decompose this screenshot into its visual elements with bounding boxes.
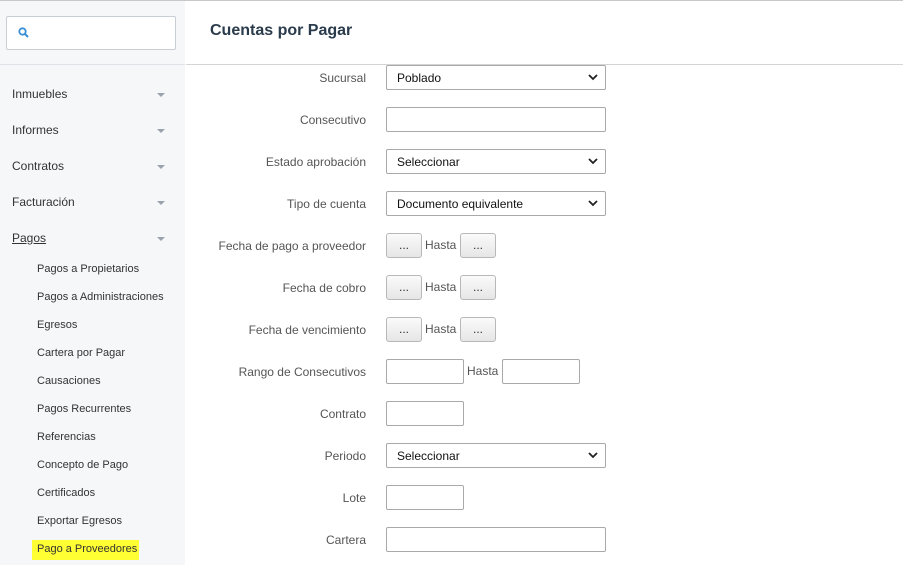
sidebar-item-label: Facturación	[12, 195, 75, 209]
sidebar-item-pagos[interactable]: Pagos	[0, 223, 185, 253]
sidebar-item-contratos[interactable]: Contratos	[0, 151, 185, 181]
estado-aprobacion-label: Estado aprobación	[265, 155, 366, 169]
sidebar-item-informes[interactable]: Informes	[0, 115, 185, 145]
cartera-input[interactable]	[386, 527, 606, 552]
page-title: Cuentas por Pagar	[210, 22, 353, 39]
submenu-label: Pagos a Propietarios	[37, 263, 140, 275]
tipo-cuenta-value: Documento equivalente	[397, 197, 524, 211]
rango-consecutivos-label: Rango de Consecutivos	[238, 365, 366, 379]
sidebar: Inmuebles Informes Contratos Facturación…	[0, 1, 185, 565]
chevron-down-icon	[588, 200, 598, 207]
hasta-label: Hasta	[467, 364, 499, 378]
chevron-down-icon	[588, 452, 598, 459]
fecha-vencimiento-desde-button[interactable]: ...	[386, 317, 422, 342]
submenu-label: Certificados	[37, 487, 96, 499]
rango-desde-input[interactable]	[386, 359, 464, 384]
fecha-vencimiento-label: Fecha de vencimiento	[248, 323, 366, 337]
cartera-label: Cartera	[325, 533, 366, 547]
sidebar-item-label: Inmuebles	[12, 87, 68, 101]
chevron-down-icon	[157, 201, 165, 205]
fecha-cobro-label: Fecha de cobro	[282, 281, 366, 295]
fecha-pago-desde-button[interactable]: ...	[386, 233, 422, 258]
search-input[interactable]	[6, 16, 176, 50]
chevron-down-icon	[157, 93, 165, 97]
submenu-label: Pago a Proveedores	[37, 543, 138, 555]
rango-hasta-input[interactable]	[502, 359, 580, 384]
submenu-pago-a-proveedores[interactable]: Pago a Proveedores	[32, 540, 139, 560]
sidebar-item-label: Pagos	[12, 231, 47, 245]
submenu-label: Concepto de Pago	[37, 459, 129, 471]
search-icon	[18, 27, 29, 38]
contrato-label: Contrato	[319, 407, 366, 421]
sucursal-value: Poblado	[397, 71, 442, 85]
estado-aprobacion-select[interactable]: Seleccionar	[386, 149, 606, 174]
submenu-label: Pagos Recurrentes	[37, 403, 132, 415]
sucursal-label: Sucursal	[319, 71, 366, 85]
lote-label: Lote	[342, 491, 366, 505]
chevron-down-icon	[157, 129, 165, 133]
fecha-pago-hasta-button[interactable]: ...	[460, 233, 496, 258]
submenu-label: Pagos a Administraciones	[37, 291, 164, 303]
chevron-down-icon	[157, 237, 165, 241]
periodo-select[interactable]: Seleccionar	[386, 443, 606, 468]
sidebar-item-inmuebles[interactable]: Inmuebles	[0, 79, 185, 109]
consecutivo-input[interactable]	[386, 107, 606, 132]
lote-input[interactable]	[386, 485, 464, 510]
submenu-label: Cartera por Pagar	[37, 347, 126, 359]
submenu-label: Referencias	[37, 431, 96, 443]
periodo-label: Periodo	[324, 449, 366, 463]
periodo-value: Seleccionar	[397, 449, 460, 463]
hasta-label: Hasta	[425, 322, 457, 336]
sidebar-item-label: Contratos	[12, 159, 65, 173]
estado-aprobacion-value: Seleccionar	[397, 155, 460, 169]
sidebar-item-facturacion[interactable]: Facturación	[0, 187, 185, 217]
search-area	[0, 1, 185, 65]
hasta-label: Hasta	[425, 280, 457, 294]
page-header: Cuentas por Pagar	[186, 1, 903, 65]
chevron-down-icon	[588, 158, 598, 165]
submenu-label: Causaciones	[37, 375, 101, 387]
fecha-cobro-desde-button[interactable]: ...	[386, 275, 422, 300]
chevron-down-icon	[588, 74, 598, 81]
fecha-pago-label: Fecha de pago a proveedor	[218, 239, 366, 253]
tipo-cuenta-select[interactable]: Documento equivalente	[386, 191, 606, 216]
fecha-cobro-hasta-button[interactable]: ...	[460, 275, 496, 300]
fecha-vencimiento-hasta-button[interactable]: ...	[460, 317, 496, 342]
chevron-down-icon	[157, 165, 165, 169]
sucursal-select[interactable]: Poblado	[386, 65, 606, 90]
sidebar-item-label: Informes	[12, 123, 59, 137]
contrato-input[interactable]	[386, 401, 464, 426]
submenu-label: Egresos	[37, 319, 78, 331]
hasta-label: Hasta	[425, 238, 457, 252]
consecutivo-label: Consecutivo	[299, 113, 366, 127]
submenu-label: Exportar Egresos	[37, 515, 122, 527]
tipo-cuenta-label: Tipo de cuenta	[287, 197, 366, 211]
